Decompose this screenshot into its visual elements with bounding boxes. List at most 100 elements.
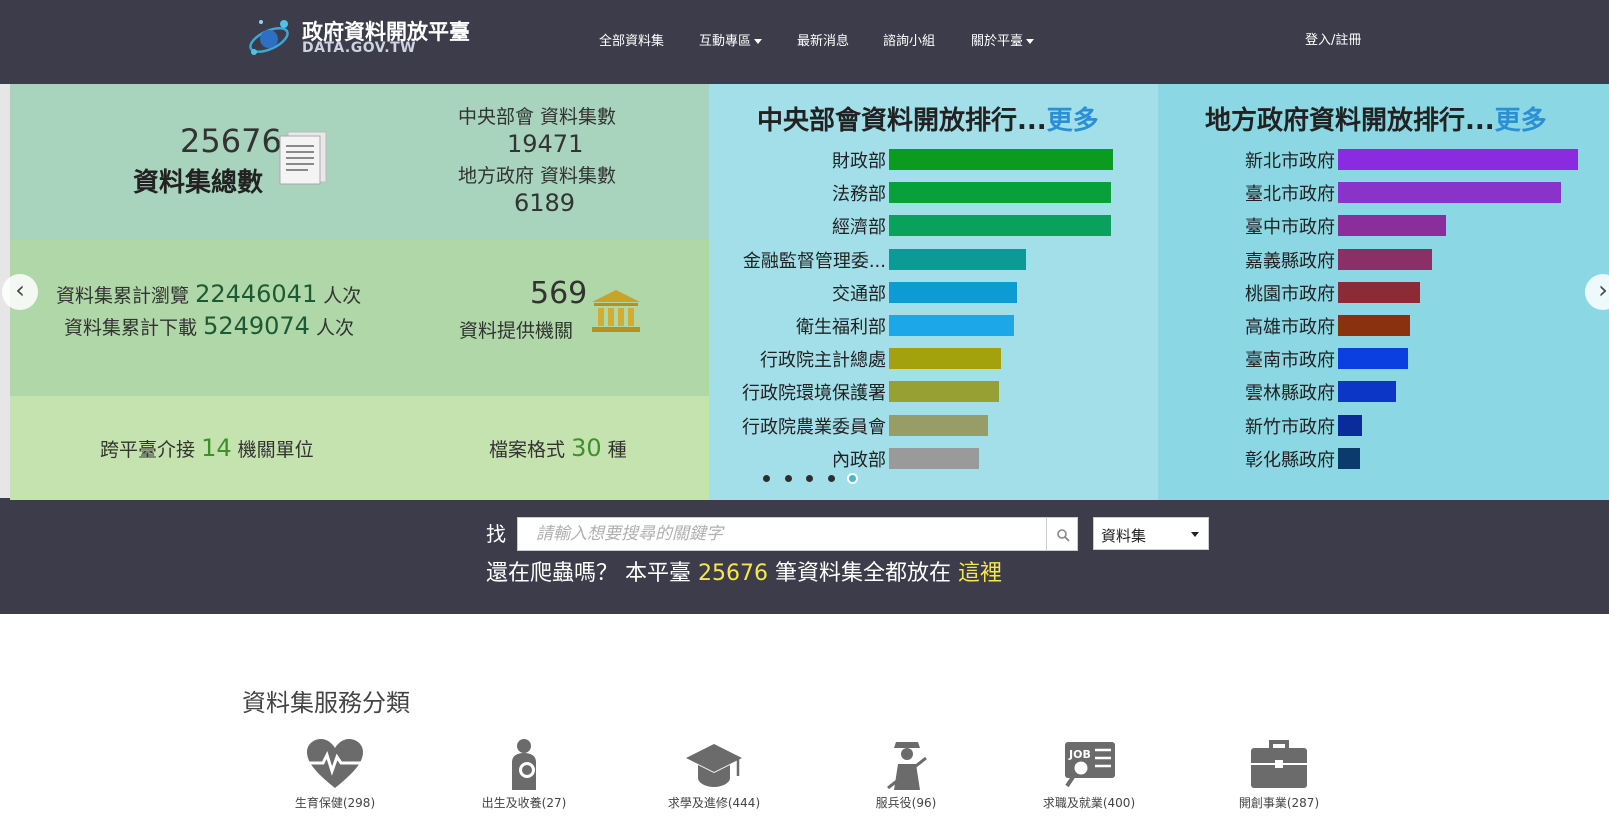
downloads-value: 5249074 bbox=[203, 312, 310, 340]
local-bar[interactable] bbox=[1338, 447, 1360, 469]
carousel-dot[interactable] bbox=[784, 475, 792, 482]
stats-platform: 跨平臺介接 14 機關單位 檔案格式 30 種 bbox=[10, 396, 709, 500]
central-ranking-chart: 中央部會資料開放排行...更多 財政部 法務部 經濟部 金融監督管理委... 交通部 衛生… bbox=[709, 84, 1158, 500]
central-more-link[interactable]: 更多 bbox=[1047, 106, 1099, 136]
central-bar[interactable] bbox=[889, 447, 979, 469]
carousel-prev-arrow[interactable]: ‹ bbox=[2, 274, 38, 310]
local-row-label: 新北市政府 bbox=[1245, 151, 1335, 172]
heart-pulse-icon bbox=[307, 739, 363, 788]
local-more-link[interactable]: 更多 bbox=[1495, 106, 1547, 136]
local-ranking-chart: 地方政府資料開放排行...更多 新北市政府 臺北市政府 臺中市政府 嘉義縣政府 桃園市政… bbox=[1158, 84, 1609, 500]
category-startup-label: 開創事業(287) bbox=[1238, 796, 1320, 810]
local-row-label: 臺北市政府 bbox=[1245, 184, 1335, 206]
central-row-label: 內政部 bbox=[832, 449, 886, 471]
find-label: 找 bbox=[486, 522, 506, 546]
central-bar[interactable] bbox=[889, 315, 1014, 336]
central-chart-title-text: 中央部會資料開放排行... bbox=[757, 106, 1047, 136]
central-bar[interactable] bbox=[889, 149, 1113, 170]
category-startup[interactable]: 開創事業(287) bbox=[1204, 738, 1354, 818]
local-bar[interactable] bbox=[1338, 248, 1432, 270]
central-bar[interactable] bbox=[889, 381, 999, 403]
category-military-label: 服兵役(96) bbox=[875, 796, 937, 810]
cross-platform-value: 14 bbox=[201, 434, 232, 462]
search-type-select[interactable]: 資料集 bbox=[1093, 517, 1209, 550]
local-row-label: 嘉義縣政府 bbox=[1245, 250, 1335, 272]
central-datasets-value: 19471 bbox=[507, 130, 584, 158]
search-button[interactable] bbox=[1046, 517, 1078, 551]
local-bar[interactable] bbox=[1338, 381, 1396, 403]
nav-all-datasets[interactable]: 全部資料集 bbox=[599, 30, 664, 49]
central-bar[interactable] bbox=[889, 248, 1026, 270]
local-bar[interactable] bbox=[1338, 414, 1362, 436]
file-format-label: 檔案格式 bbox=[489, 439, 566, 461]
search-type-value: 資料集 bbox=[1101, 527, 1147, 545]
views-line: 資料集累計瀏覽 22446041 人次 bbox=[56, 280, 361, 308]
nav-news[interactable]: 最新消息 bbox=[797, 30, 849, 49]
graduation-cap-icon bbox=[686, 744, 742, 787]
cross-platform-line: 跨平臺介接 14 機關單位 bbox=[100, 434, 314, 462]
local-row-label: 彰化縣政府 bbox=[1245, 449, 1335, 471]
agencies-label: 資料提供機關 bbox=[459, 320, 574, 342]
stats-banner: 25676 資料集總數 中央部會 資料集數 19471 地方政府 資料集數 61… bbox=[0, 84, 1609, 500]
central-row-label: 法務部 bbox=[832, 184, 886, 206]
category-education-label: 求學及進修(444) bbox=[667, 796, 761, 810]
soldier-icon bbox=[887, 742, 927, 790]
central-bar[interactable] bbox=[889, 281, 1017, 303]
site-logo[interactable]: 政府資料開放平臺 DATA.GOV.TW bbox=[246, 14, 476, 62]
nav-advisory[interactable]: 諮詢小組 bbox=[883, 30, 935, 49]
central-row-label: 行政院農業委員會 bbox=[742, 416, 886, 438]
total-datasets-value: 25676 bbox=[180, 122, 282, 160]
category-education[interactable]: 求學及進修(444) bbox=[639, 738, 789, 818]
nav-about[interactable]: 關於平臺 bbox=[971, 30, 1035, 49]
central-row-label: 行政院環境保護署 bbox=[742, 383, 886, 405]
nav-interactive-label: 互動專區 bbox=[699, 34, 752, 49]
globe-logo-icon bbox=[249, 20, 289, 55]
search-icon bbox=[1057, 529, 1070, 542]
central-row-label: 衛生福利部 bbox=[796, 317, 886, 338]
carousel-dot[interactable] bbox=[827, 475, 835, 482]
category-health[interactable]: 生育保健(298) bbox=[260, 738, 410, 818]
central-bar[interactable] bbox=[889, 182, 1111, 204]
government-building-icon bbox=[592, 290, 640, 332]
promo-prefix: 還在爬蟲嗎？ 本平臺 bbox=[486, 561, 691, 586]
local-bar[interactable] bbox=[1338, 149, 1578, 170]
file-format-value: 30 bbox=[571, 434, 602, 462]
cross-platform-label: 跨平臺介接 bbox=[100, 439, 196, 461]
local-bar[interactable] bbox=[1338, 315, 1410, 336]
local-chart-title: 地方政府資料開放排行...更多 bbox=[1205, 100, 1547, 137]
central-row-label: 經濟部 bbox=[832, 217, 886, 239]
carousel-dot[interactable] bbox=[763, 475, 770, 482]
local-chart-title-text: 地方政府資料開放排行... bbox=[1205, 106, 1495, 136]
central-chart-title: 中央部會資料開放排行...更多 bbox=[757, 100, 1099, 137]
central-bar[interactable] bbox=[889, 414, 988, 436]
central-bar[interactable] bbox=[889, 348, 1001, 370]
local-bar[interactable] bbox=[1338, 281, 1420, 303]
local-bar[interactable] bbox=[1338, 182, 1561, 204]
category-birth[interactable]: 出生及收養(27) bbox=[449, 738, 599, 818]
local-row-label: 臺中市政府 bbox=[1245, 217, 1335, 239]
central-bar[interactable] bbox=[889, 215, 1111, 237]
total-datasets-label: 資料集總數 bbox=[133, 168, 264, 198]
central-row-label: 金融監督管理委... bbox=[742, 250, 886, 272]
carousel-dot[interactable] bbox=[806, 475, 813, 482]
category-employment[interactable]: JOB 求職及就業(400) bbox=[1014, 738, 1164, 818]
views-value: 22446041 bbox=[195, 280, 318, 308]
local-row-label: 新竹市政府 bbox=[1245, 416, 1335, 438]
promo-middle: 筆資料集全都放在 bbox=[775, 561, 952, 586]
local-bar[interactable] bbox=[1338, 215, 1446, 237]
caret-down-icon bbox=[1026, 39, 1035, 44]
carousel-dot[interactable] bbox=[847, 473, 858, 484]
central-row-label: 財政部 bbox=[832, 151, 886, 172]
nav-about-label: 關於平臺 bbox=[971, 34, 1024, 49]
search-input[interactable] bbox=[517, 517, 1047, 551]
category-military[interactable]: 服兵役(96) bbox=[831, 738, 981, 818]
login-register-link[interactable]: 登入/註冊 bbox=[1305, 29, 1361, 48]
downloads-line: 資料集累計下載 5249074 人次 bbox=[64, 312, 354, 340]
views-label: 資料集累計瀏覽 bbox=[56, 285, 190, 307]
parent-baby-icon bbox=[512, 739, 536, 790]
file-format-unit: 種 bbox=[607, 439, 627, 461]
caret-down-icon bbox=[1191, 532, 1199, 537]
promo-here-link[interactable]: 這裡 bbox=[958, 561, 1002, 586]
local-bar[interactable] bbox=[1338, 348, 1408, 370]
nav-interactive[interactable]: 互動專區 bbox=[699, 30, 763, 49]
